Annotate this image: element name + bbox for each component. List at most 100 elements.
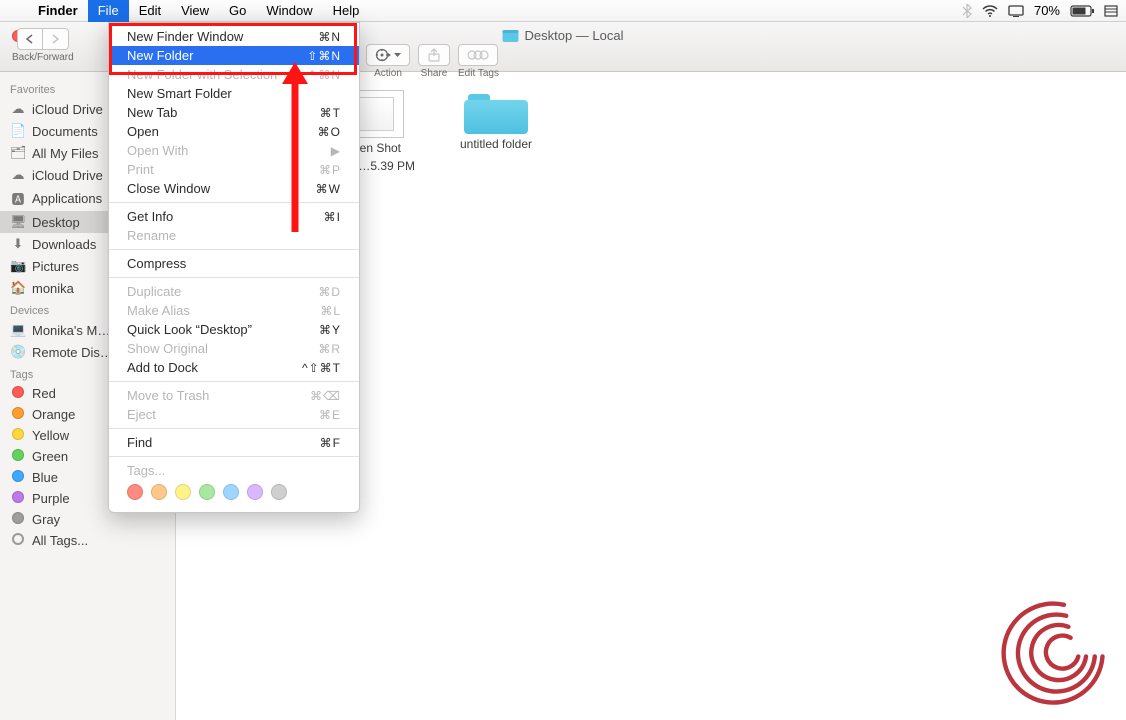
app-menu[interactable]: Finder	[28, 0, 88, 22]
menu-item-label: New Smart Folder	[127, 86, 232, 101]
display-icon[interactable]	[1008, 5, 1024, 17]
menu-extras-icon[interactable]	[1104, 5, 1118, 17]
menu-item-shortcut: ⌘P	[319, 163, 341, 177]
menu-item-tags-: Tags...	[109, 461, 359, 480]
menubar-right: 70%	[962, 3, 1118, 18]
file-name: untitled folder	[460, 137, 532, 152]
menu-item-label: Tags...	[127, 463, 165, 478]
menubar-item-file[interactable]: File	[88, 0, 129, 22]
macos-menubar: Finder FileEditViewGoWindowHelp 70%	[0, 0, 1126, 22]
cloud-icon: ☁︎	[10, 101, 26, 117]
menu-item-new-smart-folder[interactable]: New Smart Folder	[109, 84, 359, 103]
folder-icon	[464, 90, 528, 134]
battery-icon[interactable]	[1070, 5, 1094, 17]
menu-separator	[109, 456, 359, 457]
menu-item-label: Move to Trash	[127, 388, 209, 403]
tag-dot-icon	[10, 407, 26, 422]
menu-item-get-info[interactable]: Get Info⌘I	[109, 207, 359, 226]
sidebar-item-label: Orange	[32, 407, 75, 422]
sidebar-item-label: Remote Dis…	[32, 345, 113, 360]
doc-icon: 📄	[10, 123, 26, 139]
wifi-icon[interactable]	[982, 5, 998, 17]
edit-tags-button[interactable]: Edit Tags	[458, 44, 499, 79]
menu-item-shortcut: ⌘Y	[319, 323, 341, 337]
apple-menu[interactable]	[8, 0, 28, 22]
menubar-item-window[interactable]: Window	[256, 0, 322, 22]
menu-item-label: Duplicate	[127, 284, 181, 299]
menu-item-shortcut: ⌘T	[320, 106, 341, 120]
menubar-item-go[interactable]: Go	[219, 0, 256, 22]
menubar-item-help[interactable]: Help	[323, 0, 370, 22]
tag-dot-icon	[10, 512, 26, 527]
menu-item-eject: Eject⌘E	[109, 405, 359, 424]
action-button[interactable]: Action	[366, 44, 410, 79]
menu-item-label: Rename	[127, 228, 176, 243]
menu-item-shortcut: ⌘O	[318, 125, 341, 139]
menu-separator	[109, 249, 359, 250]
sidebar-item-label: iCloud Drive	[32, 168, 103, 183]
sidebar-item-label: Applications	[32, 191, 102, 206]
forward-button[interactable]	[43, 28, 69, 50]
menu-tag-color[interactable]	[271, 484, 287, 500]
download-icon: ⬇︎	[10, 236, 26, 252]
tag-dot-icon	[10, 386, 26, 401]
battery-percentage: 70%	[1034, 3, 1060, 18]
menu-tag-color[interactable]	[199, 484, 215, 500]
menu-item-label: Quick Look “Desktop”	[127, 322, 252, 337]
desktop-icon	[503, 30, 519, 42]
sidebar-item-label: Yellow	[32, 428, 69, 443]
menu-tag-color[interactable]	[127, 484, 143, 500]
toolbar: ActionShareEdit Tags	[366, 44, 499, 79]
menu-item-quick-look-desktop-[interactable]: Quick Look “Desktop” ⌘Y	[109, 320, 359, 339]
menu-tag-color[interactable]	[175, 484, 191, 500]
menu-item-duplicate: Duplicate⌘D	[109, 282, 359, 301]
all-tags-icon	[10, 533, 26, 548]
menu-item-make-alias: Make Alias⌘L	[109, 301, 359, 320]
sidebar-item-label: All Tags...	[32, 533, 88, 548]
sidebar-item-label: Red	[32, 386, 56, 401]
menu-item-new-finder-window[interactable]: New Finder Window⌘N	[109, 27, 359, 46]
menu-item-label: New Finder Window	[127, 29, 243, 44]
menu-item-new-tab[interactable]: New Tab⌘T	[109, 103, 359, 122]
back-button[interactable]	[17, 28, 43, 50]
sidebar-item-label: Purple	[32, 491, 70, 506]
menu-item-label: New Folder with Selection	[127, 67, 277, 82]
menu-item-close-window[interactable]: Close Window⌘W	[109, 179, 359, 198]
menu-item-shortcut: ^⇧⌘T	[302, 361, 341, 375]
menu-separator	[109, 202, 359, 203]
menu-item-open-with: Open With▶	[109, 141, 359, 160]
sidebar-item-label: Blue	[32, 470, 58, 485]
menu-tag-color[interactable]	[223, 484, 239, 500]
sidebar-item-label: Green	[32, 449, 68, 464]
menu-item-label: Open	[127, 124, 159, 139]
menu-item-shortcut: ⇧⌘N	[307, 49, 341, 63]
menu-item-label: Add to Dock	[127, 360, 198, 375]
window-title: Desktop — Local	[503, 28, 624, 43]
folder-item[interactable]: untitled folder	[446, 90, 546, 152]
menu-item-shortcut: ⌘⌫	[310, 389, 341, 403]
bluetooth-icon[interactable]	[962, 4, 972, 18]
menubar-item-view[interactable]: View	[171, 0, 219, 22]
menu-item-open[interactable]: Open ⌘O	[109, 122, 359, 141]
sidebar-item-all-tags-[interactable]: All Tags...	[0, 530, 175, 551]
menu-item-label: Show Original	[127, 341, 208, 356]
menu-item-shortcut: ⌘I	[324, 210, 341, 224]
menu-item-label: Make Alias	[127, 303, 190, 318]
menu-item-new-folder[interactable]: New Folder⇧⌘N	[109, 46, 359, 65]
menu-item-label: Find	[127, 435, 152, 450]
menu-item-compress[interactable]: Compress	[109, 254, 359, 273]
menu-item-add-to-dock[interactable]: Add to Dock ^⇧⌘T	[109, 358, 359, 377]
menu-item-find[interactable]: Find⌘F	[109, 433, 359, 452]
menu-tag-color[interactable]	[151, 484, 167, 500]
menu-item-shortcut: ⌘W	[316, 182, 341, 196]
menubar-item-edit[interactable]: Edit	[129, 0, 171, 22]
menu-tag-color[interactable]	[247, 484, 263, 500]
laptop-icon: 💻	[10, 322, 26, 338]
share-button[interactable]: Share	[418, 44, 450, 79]
menu-item-shortcut: ▶	[331, 144, 341, 158]
sidebar-item-label: Monika's M…	[32, 323, 110, 338]
nav-group: Back/Forward	[12, 28, 74, 63]
menu-tags-row[interactable]	[109, 480, 359, 508]
cloud-icon: ☁︎	[10, 167, 26, 183]
sidebar-item-label: Gray	[32, 512, 60, 527]
